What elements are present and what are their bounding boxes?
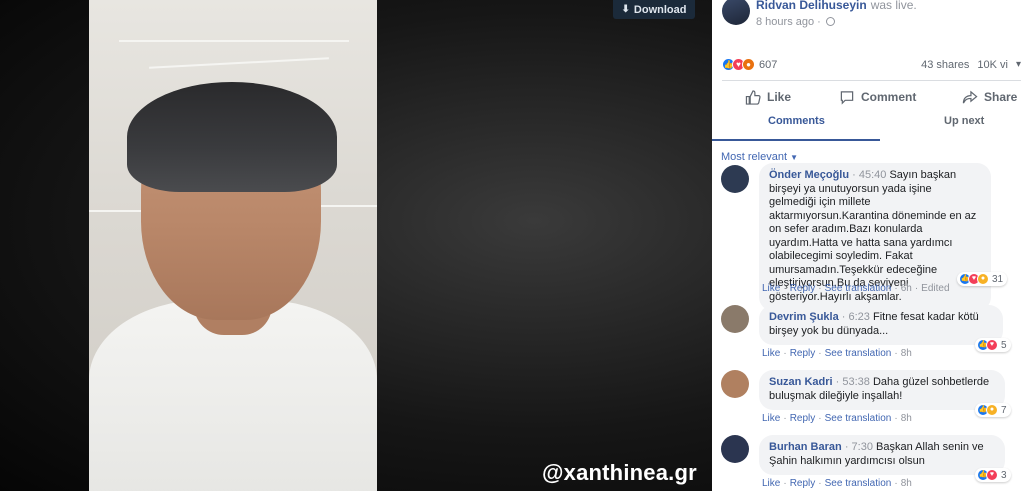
comment-age[interactable]: 8h bbox=[901, 413, 912, 424]
comment-reactions[interactable]: 👍 ● 7 bbox=[975, 403, 1011, 417]
comment-actions: Like · Reply · See translation · 8h bbox=[762, 478, 912, 489]
see-translation-link[interactable]: See translation bbox=[825, 478, 892, 489]
comment-reply-link[interactable]: Reply bbox=[790, 283, 816, 294]
share-label: Share bbox=[984, 90, 1018, 104]
comment-like-link[interactable]: Like bbox=[762, 478, 780, 489]
tab-comments[interactable]: Comments bbox=[768, 115, 825, 127]
commenter-name[interactable]: Devrim Şukla bbox=[769, 311, 839, 323]
comment-actions: Like · Reply · See translation · 8h bbox=[762, 413, 912, 424]
commenter-name[interactable]: Burhan Baran bbox=[769, 441, 842, 453]
comment-timestamp-link[interactable]: · 45:40 bbox=[852, 169, 886, 181]
commenter-name[interactable]: Suzan Kadri bbox=[769, 376, 833, 388]
avatar[interactable] bbox=[721, 165, 749, 193]
edited-label[interactable]: Edited bbox=[921, 283, 949, 294]
video-frame bbox=[89, 0, 377, 491]
caret-down-icon: ▼ bbox=[790, 153, 799, 162]
angry-reaction-icon: ● bbox=[742, 58, 755, 71]
active-tab-indicator bbox=[712, 139, 880, 141]
comment-reactions[interactable]: 👍 ♥ 5 bbox=[975, 338, 1011, 352]
chevron-down-icon[interactable]: ▾ bbox=[1016, 59, 1021, 71]
like-button[interactable]: Like bbox=[745, 86, 791, 108]
haha-reaction-icon: ● bbox=[986, 404, 998, 416]
see-translation-link[interactable]: See translation bbox=[825, 348, 892, 359]
thumbs-up-icon bbox=[745, 89, 761, 105]
comment-age[interactable]: 8h bbox=[901, 348, 912, 359]
comment-reply-link[interactable]: Reply bbox=[790, 478, 816, 489]
comment-label: Comment bbox=[861, 90, 917, 104]
comment-reply-link[interactable]: Reply bbox=[790, 348, 816, 359]
globe-icon bbox=[825, 17, 835, 26]
download-icon: ⬇ bbox=[621, 4, 630, 15]
reaction-count: 7 bbox=[1001, 404, 1007, 416]
video-player[interactable]: ⬇ Download @xanthinea.gr bbox=[0, 0, 712, 491]
share-button[interactable]: Share bbox=[962, 86, 1017, 108]
poster-name[interactable]: Ridvan Delihuseyin bbox=[756, 0, 867, 12]
avatar[interactable] bbox=[721, 305, 749, 333]
comment-age[interactable]: 6h bbox=[901, 283, 912, 294]
avatar[interactable] bbox=[721, 370, 749, 398]
avatar[interactable] bbox=[721, 435, 749, 463]
avatar[interactable] bbox=[722, 0, 750, 25]
comment-reactions[interactable]: 👍 ♥ ● 31 bbox=[957, 272, 1008, 286]
see-translation-link[interactable]: See translation bbox=[825, 283, 892, 294]
reactions-summary: 👍 ♥ ● 607 43 shares 10K vi ▾ bbox=[722, 58, 1021, 71]
comment-like-link[interactable]: Like bbox=[762, 413, 780, 424]
person-hair bbox=[127, 82, 337, 192]
reaction-count: 3 bbox=[1001, 469, 1007, 481]
love-reaction-icon: ♥ bbox=[986, 469, 998, 481]
haha-reaction-icon: ● bbox=[977, 273, 989, 285]
divider bbox=[722, 80, 1021, 81]
comment-icon bbox=[840, 90, 854, 105]
comment-actions: Like · Reply · See translation · 8h bbox=[762, 348, 912, 359]
comment-like-link[interactable]: Like bbox=[762, 348, 780, 359]
comment-timestamp-link[interactable]: · 7:30 bbox=[845, 441, 873, 453]
download-label: Download bbox=[633, 3, 687, 16]
comment-button[interactable]: Comment bbox=[839, 86, 916, 108]
sort-label: Most relevant bbox=[721, 151, 788, 163]
reaction-count: 31 bbox=[992, 273, 1004, 285]
like-label: Like bbox=[767, 90, 792, 104]
comment-reactions[interactable]: 👍 ♥ 3 bbox=[975, 468, 1011, 482]
tab-up-next[interactable]: Up next bbox=[944, 115, 984, 127]
poster-status: was live. bbox=[870, 0, 917, 12]
watermark: @xanthinea.gr bbox=[542, 460, 697, 485]
reaction-count[interactable]: 607 bbox=[759, 59, 777, 71]
comment-timestamp-link[interactable]: · 53:38 bbox=[836, 376, 870, 388]
share-icon bbox=[962, 90, 978, 103]
comment-age[interactable]: 8h bbox=[901, 478, 912, 489]
comment-timestamp-link[interactable]: · 6:23 bbox=[842, 311, 870, 323]
comment-reply-link[interactable]: Reply bbox=[790, 413, 816, 424]
post-timestamp[interactable]: 8 hours ago · bbox=[756, 16, 835, 28]
tab-bar: Comments Up next bbox=[712, 112, 1021, 142]
commenter-name[interactable]: Önder Meçoğlu bbox=[769, 169, 849, 181]
love-reaction-icon: ♥ bbox=[986, 339, 998, 351]
comment-bubble: Suzan Kadri · 53:38 Daha güzel sohbetler… bbox=[759, 370, 1005, 410]
side-panel: Ridvan Delihuseyin was live. 8 hours ago … bbox=[712, 0, 1021, 491]
shares-count[interactable]: 43 shares bbox=[921, 59, 969, 71]
sort-dropdown[interactable]: Most relevant ▼ bbox=[721, 151, 798, 163]
reaction-count: 5 bbox=[1001, 339, 1007, 351]
comment-like-link[interactable]: Like bbox=[762, 283, 780, 294]
comment-bubble: Burhan Baran · 7:30 Başkan Allah senin v… bbox=[759, 435, 1005, 475]
see-translation-link[interactable]: See translation bbox=[825, 413, 892, 424]
post-time-text: 8 hours ago bbox=[756, 16, 815, 28]
views-count: 10K vi bbox=[977, 58, 1008, 71]
comment-actions: Like · Reply · See translation · 6h · Edited bbox=[762, 283, 950, 294]
comment-bubble: Devrim Şukla · 6:23 Fitne fesat kadar kö… bbox=[759, 305, 1003, 345]
download-button[interactable]: ⬇ Download bbox=[613, 0, 695, 19]
